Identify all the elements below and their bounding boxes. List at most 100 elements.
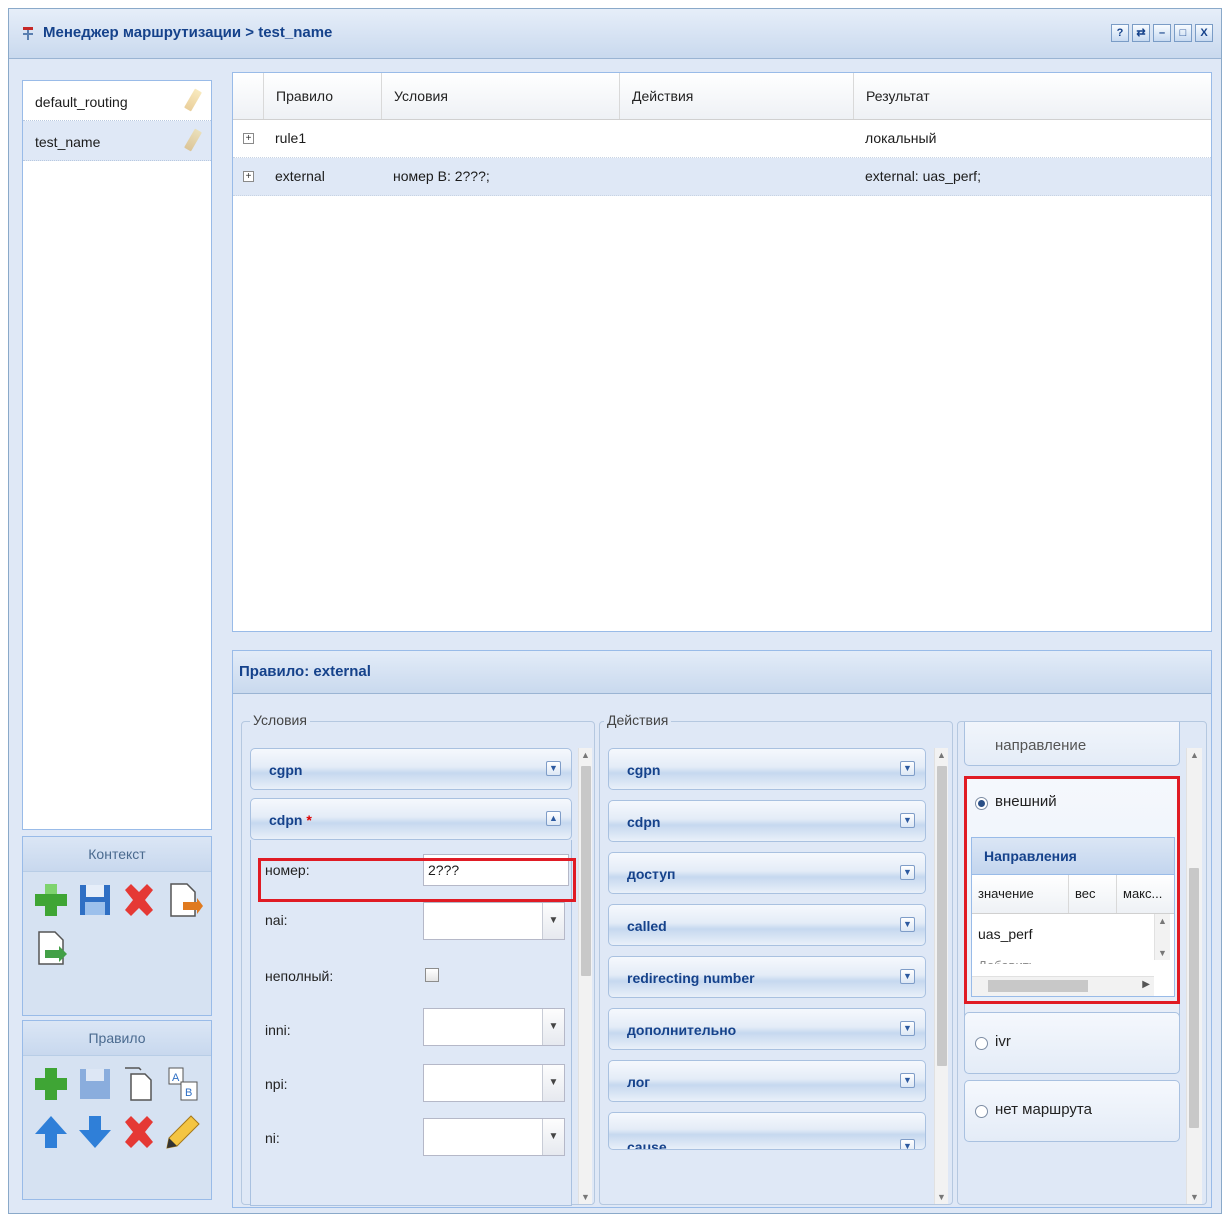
table-row[interactable]: + external номер B: 2???; external: uas_… <box>233 158 1211 196</box>
action-section[interactable]: called ▼ <box>608 904 926 946</box>
chevron-down-icon[interactable]: ▼ <box>542 1009 564 1045</box>
scroll-up-icon[interactable]: ▲ <box>1187 748 1202 762</box>
cgpn-section[interactable]: cgpn ▼ <box>250 748 572 790</box>
top-link-fragment <box>0 0 5 6</box>
refresh-button[interactable]: ⇄ <box>1132 24 1150 42</box>
svg-text:A: A <box>172 1072 180 1084</box>
actions-scrollbar[interactable]: ▲ ▼ <box>934 748 948 1204</box>
close-button[interactable]: X <box>1195 24 1213 42</box>
chevron-down-icon[interactable]: ▼ <box>542 1065 564 1101</box>
add-icon[interactable] <box>31 880 71 920</box>
inni-select[interactable]: ▼ <box>423 1008 565 1046</box>
export-icon[interactable] <box>31 928 71 968</box>
rule-detail-title: Правило: external <box>239 663 371 680</box>
move-down-icon[interactable] <box>75 1112 115 1152</box>
section-title: дополнительно <box>627 1022 737 1038</box>
section-title: лог <box>627 1074 651 1090</box>
rule-name: external <box>275 168 325 184</box>
npi-select[interactable]: ▼ <box>423 1064 565 1102</box>
no-route-radio[interactable] <box>975 1105 988 1118</box>
rule-result: external: uas_perf; <box>865 168 981 184</box>
context-item[interactable]: default_routing <box>23 81 211 121</box>
edit-icon[interactable] <box>163 1112 203 1152</box>
ivr-option-card[interactable]: ivr <box>964 1012 1180 1074</box>
scroll-up-icon[interactable]: ▲ <box>935 748 948 762</box>
chevron-down-icon[interactable]: ▼ <box>900 969 915 984</box>
save-icon[interactable] <box>75 1064 115 1104</box>
save-icon[interactable] <box>75 880 115 920</box>
copy-icon[interactable] <box>119 1064 159 1104</box>
chevron-down-icon[interactable]: ▼ <box>546 761 561 776</box>
context-panel: Контекст <box>22 836 212 1016</box>
chevron-down-icon[interactable]: ▼ <box>900 1073 915 1088</box>
context-item-label: default_routing <box>35 94 128 110</box>
ivr-option-label: ivr <box>995 1033 1011 1050</box>
rename-icon[interactable]: AB <box>163 1064 203 1104</box>
expand-icon[interactable]: + <box>243 133 254 144</box>
scroll-up-icon[interactable]: ▲ <box>579 748 592 762</box>
scroll-down-icon[interactable]: ▼ <box>579 1190 592 1204</box>
help-button[interactable]: ? <box>1111 24 1129 42</box>
nai-select[interactable]: ▼ <box>423 902 565 940</box>
rule-tools-title: Правило <box>23 1021 211 1056</box>
scroll-thumb[interactable] <box>937 766 947 1066</box>
action-section[interactable]: cdpn ▼ <box>608 800 926 842</box>
no-route-option-card[interactable]: нет маршрута <box>964 1080 1180 1142</box>
rule-tools-panel: Правило AB <box>22 1020 212 1200</box>
chevron-down-icon[interactable]: ▼ <box>542 903 564 939</box>
chevron-down-icon[interactable]: ▼ <box>542 1119 564 1155</box>
result-scrollbar[interactable]: ▲ ▼ <box>1186 748 1202 1204</box>
action-section[interactable]: доступ ▼ <box>608 852 926 894</box>
minimize-button[interactable]: – <box>1153 24 1171 42</box>
scroll-thumb[interactable] <box>1189 868 1199 1128</box>
section-title: cgpn <box>627 762 661 778</box>
chevron-down-icon[interactable]: ▼ <box>900 813 915 828</box>
table-row[interactable]: + rule1 локальный <box>233 120 1211 158</box>
delete-icon[interactable] <box>119 880 159 920</box>
edit-pencil-icon[interactable] <box>184 128 202 152</box>
rules-grid: Правило Условия Действия Результат + rul… <box>232 72 1212 632</box>
required-mark: * <box>306 812 312 828</box>
context-panel-title: Контекст <box>23 837 211 872</box>
action-section[interactable]: cause ▼ <box>608 1112 926 1150</box>
context-item[interactable]: test_name <box>23 121 211 161</box>
scroll-down-icon[interactable]: ▼ <box>935 1190 948 1204</box>
incomplete-checkbox[interactable] <box>425 968 439 982</box>
section-title: доступ <box>627 866 676 882</box>
routing-icon <box>23 27 33 40</box>
delete-icon[interactable] <box>119 1112 159 1152</box>
chevron-down-icon[interactable]: ▼ <box>900 761 915 776</box>
import-icon[interactable] <box>163 880 203 920</box>
column-header-actions[interactable]: Действия <box>619 73 853 119</box>
nai-label: nai: <box>265 912 288 928</box>
column-header-result[interactable]: Результат <box>853 73 1211 119</box>
section-title: cdpn <box>269 812 303 828</box>
move-up-icon[interactable] <box>31 1112 71 1152</box>
direction-option-card[interactable]: направление <box>964 722 1180 766</box>
ni-select[interactable]: ▼ <box>423 1118 565 1156</box>
action-section[interactable]: cgpn ▼ <box>608 748 926 790</box>
action-section[interactable]: redirecting number ▼ <box>608 956 926 998</box>
chevron-up-icon[interactable]: ▲ <box>546 811 561 826</box>
chevron-down-icon[interactable]: ▼ <box>900 917 915 932</box>
add-icon[interactable] <box>31 1064 71 1104</box>
scroll-down-icon[interactable]: ▼ <box>1187 1190 1202 1204</box>
column-header-rule[interactable]: Правило <box>263 73 381 119</box>
context-item-label: test_name <box>35 134 101 150</box>
conditions-scrollbar[interactable]: ▲ ▼ <box>578 748 592 1204</box>
action-section[interactable]: дополнительно ▼ <box>608 1008 926 1050</box>
chevron-down-icon[interactable]: ▼ <box>900 1139 915 1149</box>
expand-icon[interactable]: + <box>243 171 254 182</box>
ivr-radio[interactable] <box>975 1037 988 1050</box>
rule-result: локальный <box>865 130 937 146</box>
column-header-conditions[interactable]: Условия <box>381 73 619 119</box>
action-section[interactable]: лог ▼ <box>608 1060 926 1102</box>
scroll-thumb[interactable] <box>581 766 591 976</box>
grid-header: Правило Условия Действия Результат <box>233 73 1211 120</box>
chevron-down-icon[interactable]: ▼ <box>900 1021 915 1036</box>
edit-pencil-icon[interactable] <box>184 88 202 112</box>
chevron-down-icon[interactable]: ▼ <box>900 865 915 880</box>
cdpn-section[interactable]: cdpn * ▲ <box>250 798 572 840</box>
maximize-button[interactable]: □ <box>1174 24 1192 42</box>
no-route-option-label: нет маршрута <box>995 1101 1092 1118</box>
